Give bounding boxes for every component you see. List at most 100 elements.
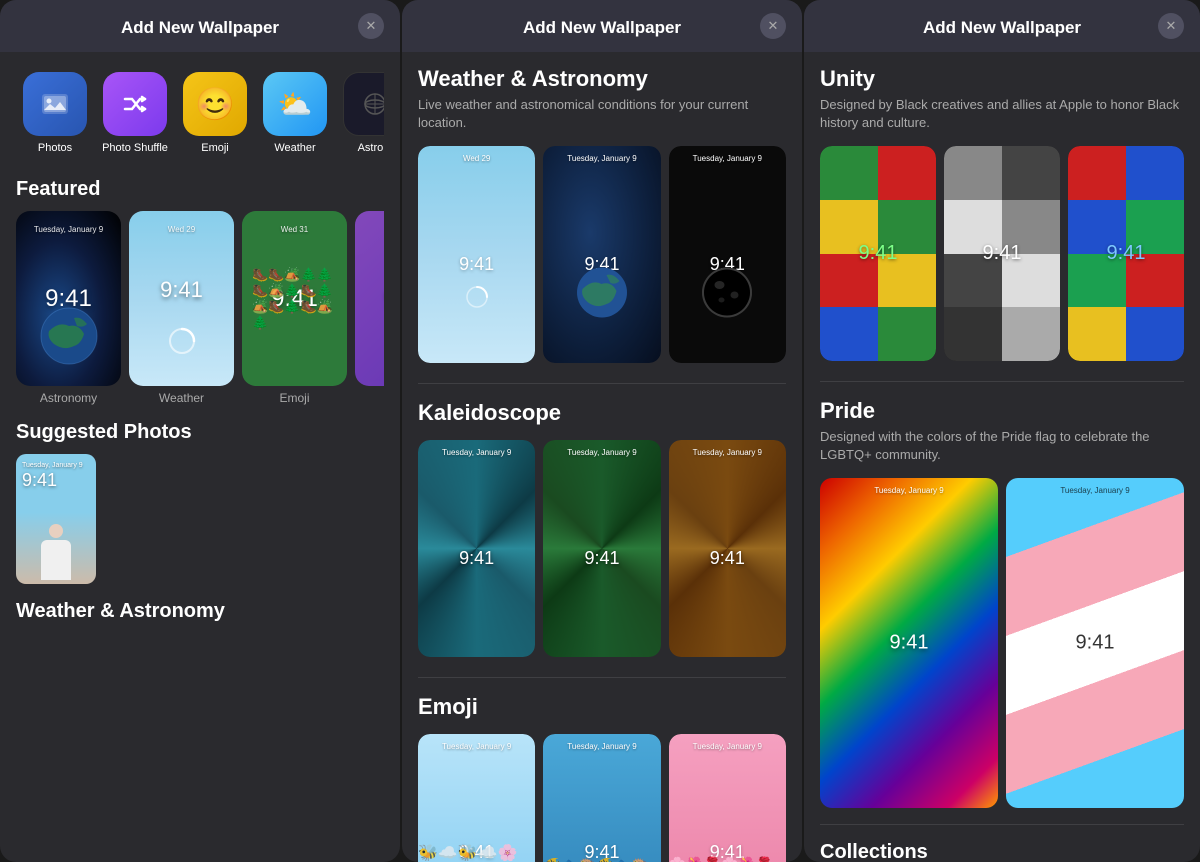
- unity-2-time: 9:41: [983, 242, 1022, 265]
- cat-emoji[interactable]: 😊 Emoji: [180, 72, 250, 154]
- cat-emoji-label: Emoji: [201, 142, 229, 154]
- cat-photos-label: Photos: [38, 142, 72, 154]
- left-panel-scroll: Photos Photo Shuffle 😊 Emoji ⛅: [0, 52, 400, 862]
- kaleido-teal-time: 9:41: [459, 548, 494, 569]
- suggested-photo-1[interactable]: Tuesday, January 9 9:41: [16, 454, 96, 584]
- middle-panel-title: Add New Wallpaper: [523, 18, 681, 38]
- weather-astro-desc: Live weather and astronomical conditions…: [418, 96, 786, 132]
- left-panel-title: Add New Wallpaper: [121, 18, 279, 38]
- unity-header: Unity Designed by Black creatives and al…: [820, 66, 1184, 132]
- unity-title: Unity: [820, 66, 1184, 92]
- emoji-bee-card[interactable]: Tuesday, January 9 9:41 🐝☁️🐝☁️🌸🐝☁️🐝🌸☁️🐝: [418, 734, 535, 862]
- weather-astro-title: Weather & Astronomy: [418, 66, 786, 92]
- cat-astro-label: Astro...: [358, 142, 384, 154]
- pride-grid: Tuesday, January 9 9:41 Tuesday, January…: [820, 478, 1184, 807]
- emoji-icon: 😊: [183, 72, 247, 136]
- right-divider-1: [820, 381, 1184, 382]
- featured-extra-inner: 9:41: [355, 211, 384, 386]
- pride-card-1[interactable]: Tuesday, January 9 9:41: [820, 478, 998, 807]
- kaleido-green-date: Tuesday, January 9: [543, 448, 660, 457]
- featured-weather-date: Wed 29: [129, 225, 234, 234]
- emoji-flower-card[interactable]: Tuesday, January 9 9:41 🌸🌺🌹🌸🌺🌹🌸🌺🌹🌸: [669, 734, 786, 862]
- middle-divider-2: [418, 677, 786, 678]
- featured-weather-inner: Wed 29 9:41: [129, 211, 234, 386]
- kaleido-green-card[interactable]: Tuesday, January 9 9:41: [543, 440, 660, 657]
- unity-grid: Tuesday, January 9 9:41: [820, 146, 1184, 361]
- cat-photos[interactable]: Photos: [20, 72, 90, 154]
- middle-panel: Add New Wallpaper ✕ Weather & Astronomy …: [402, 0, 802, 862]
- unity-card-2[interactable]: Tuesday, January 9 9:41: [944, 146, 1060, 361]
- unity-desc: Designed by Black creatives and allies a…: [820, 96, 1184, 132]
- kaleidoscope-title: Kaleidoscope: [418, 400, 786, 426]
- right-panel-title: Add New Wallpaper: [923, 18, 1081, 38]
- cat-weather[interactable]: ⛅ Weather: [260, 72, 330, 154]
- right-panel-header: Add New Wallpaper ✕: [804, 0, 1200, 52]
- pride-desc: Designed with the colors of the Pride fl…: [820, 428, 1184, 464]
- kaleidoscope-grid: Tuesday, January 9 9:41 Tuesday, January…: [418, 440, 786, 657]
- featured-astronomy[interactable]: Tuesday, January 9 9:41 Astronomy: [16, 211, 121, 405]
- featured-title: Featured: [16, 178, 384, 201]
- weather-earth-card[interactable]: Tuesday, January 9 9:41: [543, 146, 660, 363]
- featured-emoji[interactable]: Wed 31 9:41 🥾🥾🏕️🌲🌲🥾🏕️🌲🥾🌲🏕️🥾🌲🥾🏕️🌲 Emoji: [242, 211, 347, 405]
- weather-sky-card[interactable]: Wed 29 9:41: [418, 146, 535, 363]
- featured-astronomy-label: Astronomy: [16, 391, 121, 405]
- cat-shuffle-label: Photo Shuffle: [102, 142, 168, 154]
- featured-row: Tuesday, January 9 9:41 Astronomy Wed 29: [16, 211, 384, 405]
- suggested-title: Suggested Photos: [16, 421, 384, 444]
- bottom-section-title: Weather & Astronomy: [16, 600, 384, 623]
- cat-astro[interactable]: Astro...: [340, 72, 384, 154]
- kaleido-green-time: 9:41: [584, 548, 619, 569]
- left-panel-header: Add New Wallpaper ✕: [0, 0, 400, 52]
- featured-emoji-inner: Wed 31 9:41 🥾🥾🏕️🌲🌲🥾🏕️🌲🥾🌲🏕️🥾🌲🥾🏕️🌲: [242, 211, 347, 386]
- cat-weather-label: Weather: [274, 142, 315, 154]
- collections-title: Collections: [820, 841, 1184, 862]
- kaleido-gold-date: Tuesday, January 9: [669, 448, 786, 457]
- emoji-fish-card[interactable]: Tuesday, January 9 9:41 🐠🐟🐡🐠🐟🐡🐠🐟🐡🐠: [543, 734, 660, 862]
- pride-2-time: 9:41: [1076, 631, 1115, 654]
- emoji-section-title: Emoji: [418, 694, 786, 720]
- featured-weather[interactable]: Wed 29 9:41 Weather: [129, 211, 234, 405]
- weather-sky-date: Wed 29: [418, 154, 535, 163]
- kaleido-gold-card[interactable]: Tuesday, January 9 9:41: [669, 440, 786, 657]
- featured-weather-label: Weather: [129, 391, 234, 405]
- pride-2-date: Tuesday, January 9: [1006, 486, 1184, 495]
- pride-header: Pride Designed with the colors of the Pr…: [820, 398, 1184, 464]
- weather-moon-card[interactable]: Tuesday, January 9 9:41: [669, 146, 786, 363]
- kaleido-teal-date: Tuesday, January 9: [418, 448, 535, 457]
- featured-emoji-label: Emoji: [242, 391, 347, 405]
- middle-panel-scroll: Weather & Astronomy Live weather and ast…: [402, 52, 802, 862]
- featured-astronomy-date: Tuesday, January 9: [16, 225, 121, 234]
- astro-icon: [343, 72, 384, 136]
- pride-1-time: 9:41: [890, 631, 929, 654]
- middle-close-button[interactable]: ✕: [760, 13, 786, 39]
- suggested-row: Tuesday, January 9 9:41: [16, 454, 384, 584]
- left-panel: Add New Wallpaper ✕ Photos: [0, 0, 400, 862]
- featured-astronomy-inner: Tuesday, January 9 9:41: [16, 211, 121, 386]
- kaleidoscope-header: Kaleidoscope: [418, 400, 786, 426]
- middle-panel-header: Add New Wallpaper ✕: [402, 0, 802, 52]
- bottom-section: Weather & Astronomy: [16, 600, 384, 623]
- collections-section: Collections Tuesday, January 9 9:41 Tues…: [820, 841, 1184, 862]
- weather-moon-date: Tuesday, January 9: [669, 154, 786, 163]
- right-close-button[interactable]: ✕: [1158, 13, 1184, 39]
- middle-divider-1: [418, 383, 786, 384]
- pride-title: Pride: [820, 398, 1184, 424]
- featured-extra[interactable]: 9:41: [355, 211, 384, 405]
- emoji-section-header: Emoji: [418, 694, 786, 720]
- featured-weather-time: 9:41: [160, 277, 203, 303]
- pride-card-2[interactable]: Tuesday, January 9 9:41: [1006, 478, 1184, 807]
- weather-sky-time: 9:41: [459, 254, 494, 275]
- category-icons-row: Photos Photo Shuffle 😊 Emoji ⛅: [16, 66, 384, 166]
- cat-shuffle[interactable]: Photo Shuffle: [100, 72, 170, 154]
- pride-1-date: Tuesday, January 9: [820, 486, 998, 495]
- emoji-grid: Tuesday, January 9 9:41 🐝☁️🐝☁️🌸🐝☁️🐝🌸☁️🐝 …: [418, 734, 786, 862]
- unity-3-time: 9:41: [1107, 242, 1146, 265]
- right-divider-2: [820, 824, 1184, 825]
- kaleido-teal-card[interactable]: Tuesday, January 9 9:41: [418, 440, 535, 657]
- shuffle-icon: [103, 72, 167, 136]
- unity-card-1[interactable]: Tuesday, January 9 9:41: [820, 146, 936, 361]
- right-panel: Add New Wallpaper ✕ Unity Designed by Bl…: [804, 0, 1200, 862]
- left-close-button[interactable]: ✕: [358, 13, 384, 39]
- unity-1-time: 9:41: [859, 242, 898, 265]
- unity-card-3[interactable]: Tuesday, January 9 9:41: [1068, 146, 1184, 361]
